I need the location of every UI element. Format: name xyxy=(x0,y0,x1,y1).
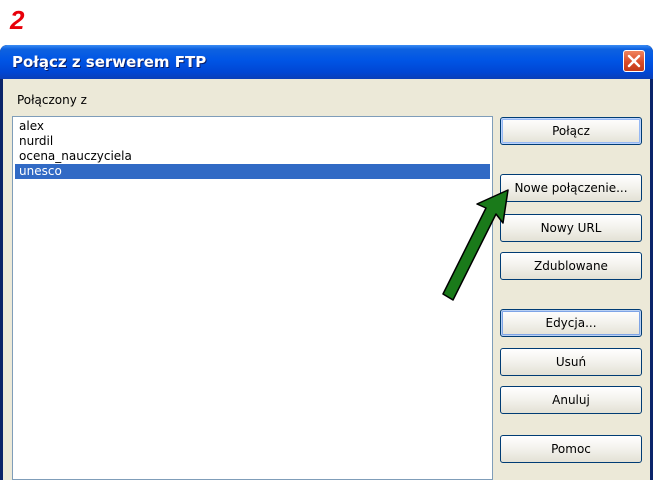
green-arrow-icon xyxy=(442,189,509,301)
